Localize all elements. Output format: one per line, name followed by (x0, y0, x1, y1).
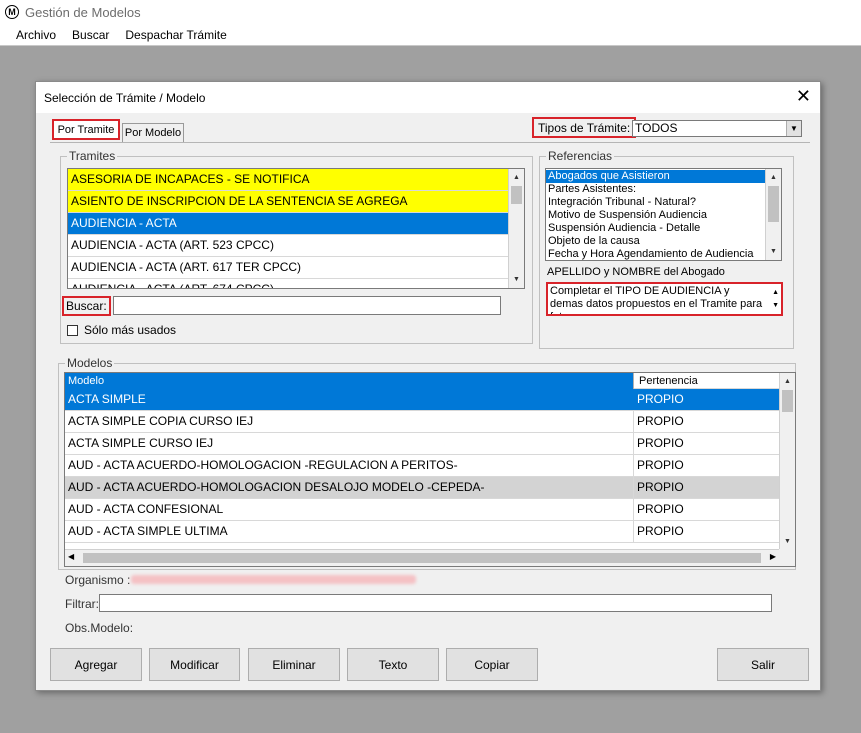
modificar-button[interactable]: Modificar (149, 648, 240, 681)
app-logo-icon: M (5, 5, 19, 19)
solo-mas-usados-checkbox[interactable] (67, 325, 78, 336)
referencias-scrollbar[interactable]: ▲ ▼ (765, 169, 781, 260)
close-icon[interactable]: ✕ (796, 87, 811, 105)
referencia-note[interactable]: Completar el TIPO DE AUDIENCIA y demas d… (546, 282, 783, 316)
dialog-header: Selección de Trámite / Modelo ✕ (36, 82, 820, 113)
list-item[interactable]: AUDIENCIA - ACTA (ART. 523 CPCC) (68, 235, 524, 257)
cell-pertenencia: PROPIO (637, 480, 684, 494)
column-header-pertenencia[interactable]: Pertenencia (634, 373, 779, 389)
scroll-left-icon[interactable]: ◀ (68, 552, 74, 561)
table-row[interactable]: AUD - ACTA ACUERDO-HOMOLOGACION -REGULAC… (65, 455, 779, 477)
organismo-label: Organismo : (65, 573, 131, 587)
tipos-tramite-select[interactable]: TODOS ▼ (632, 120, 802, 137)
filtrar-label: Filtrar: (65, 597, 99, 611)
filtrar-input[interactable] (99, 594, 772, 612)
tramites-list[interactable]: ASESORIA DE INCAPACES - SE NOTIFICA ASIE… (67, 168, 525, 289)
list-item[interactable]: Integración Tribunal - Natural? (546, 196, 781, 209)
list-item[interactable]: Suspensión Audiencia - Detalle (546, 222, 781, 235)
referencia-note-text: Completar el TIPO DE AUDIENCIA y demas d… (550, 285, 763, 314)
agregar-button[interactable]: Agregar (50, 648, 142, 681)
modelos-group-label: Modelos (65, 356, 115, 370)
tab-por-modelo[interactable]: Por Modelo (122, 123, 184, 142)
referencia-caption: APELLIDO y NOMBRE del Abogado (547, 266, 725, 278)
modelos-grid[interactable]: Modelo Pertenencia ACTA SIMPLE PROPIO AC… (64, 372, 796, 567)
cell-modelo: AUD - ACTA CONFESIONAL (65, 499, 634, 520)
tab-por-tramite[interactable]: Por Tramite (52, 119, 120, 140)
tramites-scrollbar[interactable]: ▲ ▼ (508, 169, 524, 288)
seleccion-dialog: Selección de Trámite / Modelo ✕ Por Tram… (35, 81, 821, 691)
list-item[interactable]: Abogados que Asistieron (546, 170, 781, 183)
copiar-button[interactable]: Copiar (446, 648, 538, 681)
table-row[interactable]: AUD - ACTA ACUERDO-HOMOLOGACION DESALOJO… (65, 477, 779, 499)
cell-pertenencia: PROPIO (637, 524, 684, 538)
modelos-hscrollbar[interactable]: ◀ ▶ (65, 549, 779, 566)
list-item[interactable]: ASIENTO DE INSCRIPCION DE LA SENTENCIA S… (68, 191, 524, 213)
cell-pertenencia: PROPIO (637, 414, 684, 428)
scroll-thumb[interactable] (83, 553, 761, 563)
tab-panel-border (50, 142, 810, 143)
chevron-down-icon[interactable]: ▼ (786, 121, 801, 136)
grid-header: Modelo Pertenencia (65, 373, 779, 389)
cell-pertenencia: PROPIO (637, 502, 684, 516)
scroll-thumb[interactable] (768, 186, 779, 222)
buscar-label: Buscar: (62, 296, 111, 316)
grid-body: ACTA SIMPLE PROPIO ACTA SIMPLE COPIA CUR… (65, 389, 779, 543)
tramites-group-label: Tramites (67, 149, 118, 163)
cell-modelo: ACTA SIMPLE COPIA CURSO IEJ (65, 411, 634, 432)
buscar-input[interactable] (113, 296, 501, 315)
scroll-down-icon[interactable]: ▼ (766, 244, 781, 259)
table-row[interactable]: AUD - ACTA CONFESIONAL PROPIO (65, 499, 779, 521)
list-item[interactable]: Objeto de la causa (546, 235, 781, 248)
cell-modelo: ACTA SIMPLE CURSO IEJ (65, 433, 634, 454)
scroll-up-icon[interactable]: ▲ (766, 170, 781, 185)
column-header-modelo[interactable]: Modelo (65, 373, 634, 389)
cell-modelo: AUD - ACTA ACUERDO-HOMOLOGACION DESALOJO… (65, 477, 634, 498)
salir-button[interactable]: Salir (717, 648, 809, 681)
app-titlebar: M Gestión de Modelos (0, 0, 861, 24)
scroll-up-icon[interactable]: ▲ (509, 170, 524, 185)
scroll-down-icon[interactable]: ▼ (772, 299, 779, 312)
scroll-thumb[interactable] (511, 186, 522, 204)
list-item[interactable]: ASESORIA DE INCAPACES - SE NOTIFICA (68, 169, 524, 191)
app-title: Gestión de Modelos (25, 4, 141, 20)
table-row[interactable]: ACTA SIMPLE PROPIO (65, 389, 779, 411)
texto-button[interactable]: Texto (347, 648, 439, 681)
list-item[interactable]: AUDIENCIA - ACTA (ART. 674 CPCC) (68, 279, 524, 288)
cell-pertenencia: PROPIO (637, 458, 684, 472)
cell-modelo: ACTA SIMPLE (65, 389, 634, 410)
scroll-thumb[interactable] (782, 390, 793, 412)
list-item[interactable]: Partes Asistentes: (546, 183, 781, 196)
list-item[interactable]: AUDIENCIA - ACTA (ART. 617 TER CPCC) (68, 257, 524, 279)
referencias-list[interactable]: Abogados que Asistieron Partes Asistente… (545, 168, 782, 261)
scroll-down-icon[interactable]: ▼ (780, 534, 795, 549)
table-row[interactable]: ACTA SIMPLE CURSO IEJ PROPIO (65, 433, 779, 455)
scroll-down-icon[interactable]: ▼ (509, 272, 524, 287)
tipos-tramite-value: TODOS (635, 121, 678, 135)
obs-modelo-label: Obs.Modelo: (65, 621, 134, 635)
list-item[interactable]: AUDIENCIA - ACTA (68, 213, 524, 235)
tipos-tramite-label: Tipos de Trámite: (532, 117, 637, 138)
list-item[interactable]: Motivo de Suspensión Audiencia (546, 209, 781, 222)
scroll-up-icon[interactable]: ▲ (780, 374, 795, 389)
menu-archivo[interactable]: Archivo (8, 28, 64, 42)
scroll-up-icon[interactable]: ▲ (772, 286, 779, 299)
cell-pertenencia: PROPIO (637, 392, 684, 406)
menu-bar: Archivo Buscar Despachar Trámite (0, 24, 861, 46)
referencias-group-label: Referencias (546, 149, 615, 163)
organismo-redacted-value (131, 575, 416, 584)
menu-buscar[interactable]: Buscar (64, 28, 117, 42)
modelos-vscrollbar[interactable]: ▲ ▼ (779, 373, 795, 550)
cell-modelo: AUD - ACTA SIMPLE ULTIMA (65, 521, 634, 542)
cell-pertenencia: PROPIO (637, 436, 684, 450)
table-row[interactable]: AUD - ACTA SIMPLE ULTIMA PROPIO (65, 521, 779, 543)
eliminar-button[interactable]: Eliminar (248, 648, 340, 681)
cell-modelo: AUD - ACTA ACUERDO-HOMOLOGACION -REGULAC… (65, 455, 634, 476)
dialog-title: Selección de Trámite / Modelo (44, 91, 206, 105)
table-row[interactable]: ACTA SIMPLE COPIA CURSO IEJ PROPIO (65, 411, 779, 433)
solo-mas-usados-label: Sólo más usados (84, 323, 177, 337)
menu-despachar-tramite[interactable]: Despachar Trámite (117, 28, 234, 42)
scroll-corner (779, 549, 795, 566)
list-item[interactable]: Fecha y Hora Agendamiento de Audiencia (546, 248, 781, 260)
scroll-right-icon[interactable]: ▶ (770, 552, 776, 561)
